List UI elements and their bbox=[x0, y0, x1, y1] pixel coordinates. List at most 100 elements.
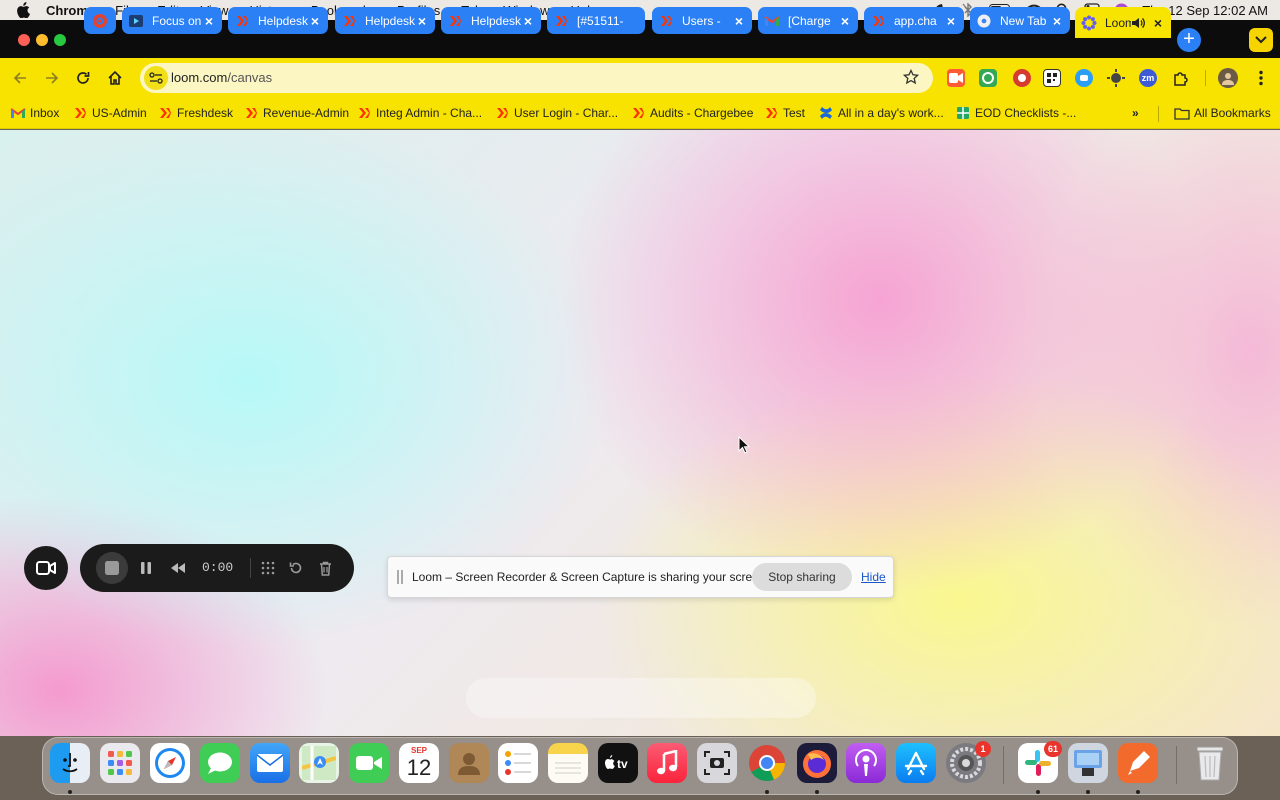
tab-close-icon[interactable]: × bbox=[415, 13, 429, 29]
running-indicator bbox=[1086, 790, 1090, 794]
loom-extension-icon[interactable] bbox=[947, 69, 965, 87]
delete-recording-button[interactable] bbox=[313, 556, 337, 580]
bookmark-integ-admin[interactable]: Integ Admin - Cha... bbox=[356, 104, 482, 122]
tab-gmail[interactable]: [Charge × bbox=[758, 7, 858, 34]
tab-helpdesk-1[interactable]: Helpdesk × bbox=[228, 7, 328, 34]
pause-button[interactable] bbox=[134, 556, 158, 580]
tab-close-icon[interactable]: × bbox=[732, 13, 746, 29]
chargebee-icon bbox=[157, 105, 173, 121]
loom-camera-toggle[interactable] bbox=[24, 546, 68, 590]
notes-icon[interactable] bbox=[548, 743, 588, 783]
bookmark-revenue-admin[interactable]: Revenue-Admin bbox=[243, 104, 349, 122]
stop-recording-button[interactable] bbox=[96, 552, 128, 584]
chat-extension-icon[interactable] bbox=[1075, 69, 1093, 87]
tab-close-icon[interactable]: × bbox=[1050, 13, 1064, 29]
url-text[interactable]: loom.com/canvas bbox=[171, 70, 272, 85]
tab-title: Users - bbox=[682, 13, 721, 28]
podcasts-icon[interactable] bbox=[846, 743, 886, 783]
contacts-icon[interactable] bbox=[449, 743, 489, 783]
profile-avatar[interactable] bbox=[1218, 68, 1238, 88]
launchpad-icon[interactable] bbox=[100, 743, 140, 783]
tab-app-chargebee[interactable]: app.cha × bbox=[864, 7, 964, 34]
pen-tool-app-icon[interactable] bbox=[1118, 743, 1158, 783]
zoom-extension-icon[interactable]: zm bbox=[1139, 69, 1157, 87]
calendar-icon[interactable]: SEP 12 bbox=[399, 743, 439, 783]
reload-button[interactable] bbox=[73, 68, 93, 88]
banner-drag-handle-icon[interactable] bbox=[397, 570, 403, 584]
tab-loom-pinned[interactable] bbox=[84, 7, 116, 34]
tab-new-tab[interactable]: New Tab × bbox=[970, 7, 1070, 34]
app-store-icon[interactable] bbox=[896, 743, 936, 783]
bookmark-all-in-a-days-work[interactable]: All in a day's work... bbox=[818, 104, 944, 122]
bookmarks-overflow-chevron-icon[interactable]: » bbox=[1132, 104, 1139, 122]
tab-close-icon[interactable]: × bbox=[521, 13, 535, 29]
window-minimize-button[interactable] bbox=[36, 34, 48, 46]
tab-close-icon[interactable]: × bbox=[202, 13, 216, 29]
bookmark-freshdesk[interactable]: Freshdesk bbox=[157, 104, 233, 122]
bookmark-star-icon[interactable] bbox=[902, 68, 920, 85]
window-zoom-button[interactable] bbox=[54, 34, 66, 46]
tab-close-icon[interactable]: × bbox=[944, 13, 958, 29]
tab-close-icon[interactable]: × bbox=[1151, 15, 1165, 31]
extensions-puzzle-icon[interactable] bbox=[1172, 69, 1190, 87]
qr-code-extension-icon[interactable] bbox=[1043, 69, 1061, 87]
drag-handle-grid-icon[interactable] bbox=[256, 556, 280, 580]
tab-loom-active[interactable]: Loom × bbox=[1075, 7, 1171, 38]
tab-audio-icon[interactable] bbox=[1131, 17, 1145, 29]
bookmarks-divider bbox=[1158, 106, 1159, 122]
rewind-button[interactable] bbox=[166, 556, 190, 580]
stop-sharing-button[interactable]: Stop sharing bbox=[752, 563, 852, 591]
notifications-extension-icon[interactable] bbox=[1013, 69, 1031, 87]
loom-icon bbox=[92, 13, 108, 29]
trash-icon[interactable] bbox=[1190, 743, 1230, 783]
chargebee-icon bbox=[553, 13, 569, 29]
forward-button[interactable] bbox=[42, 68, 62, 88]
music-icon[interactable] bbox=[647, 743, 687, 783]
all-bookmarks-button[interactable]: All Bookmarks bbox=[1174, 104, 1271, 122]
home-button[interactable] bbox=[105, 68, 125, 88]
messages-icon[interactable] bbox=[200, 743, 240, 783]
tab-close-icon[interactable]: × bbox=[308, 13, 322, 29]
tab-close-icon[interactable]: × bbox=[838, 13, 852, 29]
bookmark-us-admin[interactable]: US-Admin bbox=[72, 104, 147, 122]
browser-toolbar: loom.com/canvas 9+ zm bbox=[0, 58, 1280, 148]
back-button[interactable] bbox=[10, 68, 30, 88]
sun-extension-icon[interactable] bbox=[1107, 69, 1125, 87]
apple-tv-icon[interactable]: tv bbox=[598, 743, 638, 783]
bookmark-inbox[interactable]: Inbox bbox=[10, 104, 59, 122]
tab-title: New Tab bbox=[1000, 13, 1047, 28]
hide-banner-link[interactable]: Hide bbox=[861, 570, 886, 584]
window-close-button[interactable] bbox=[18, 34, 30, 46]
bookmark-test[interactable]: Test bbox=[763, 104, 805, 122]
chrome-icon[interactable] bbox=[747, 743, 787, 783]
restart-button[interactable] bbox=[284, 556, 308, 580]
preview-icon[interactable] bbox=[1068, 743, 1108, 783]
tab-title: app.cha bbox=[894, 13, 937, 28]
maps-icon[interactable] bbox=[299, 743, 339, 783]
reminders-icon[interactable] bbox=[498, 743, 538, 783]
tab-focus[interactable]: Focus on × bbox=[122, 7, 222, 34]
tab-ticket[interactable]: [#51511- bbox=[547, 7, 645, 34]
bookmark-eod-checklists[interactable]: EOD Checklists -... bbox=[955, 104, 1076, 122]
grammar-extension-icon[interactable] bbox=[979, 69, 997, 87]
new-tab-button[interactable]: + bbox=[1177, 28, 1201, 52]
finder-icon[interactable] bbox=[50, 743, 90, 783]
tab-search-button[interactable] bbox=[1249, 28, 1273, 52]
site-info-icon[interactable] bbox=[144, 66, 168, 90]
facetime-icon[interactable] bbox=[349, 743, 389, 783]
tab-users[interactable]: Users - × bbox=[652, 7, 752, 34]
apple-menu-icon[interactable] bbox=[16, 2, 32, 18]
tab-helpdesk-3[interactable]: Helpdesk × bbox=[441, 7, 541, 34]
tab-helpdesk-2[interactable]: Helpdesk × bbox=[335, 7, 435, 34]
safari-icon[interactable] bbox=[150, 743, 190, 783]
chargebee-icon bbox=[243, 105, 259, 121]
mail-icon[interactable] bbox=[250, 743, 290, 783]
firefox-icon[interactable] bbox=[797, 743, 837, 783]
bookmark-audits[interactable]: Audits - Chargebee bbox=[630, 104, 753, 122]
chargebee-icon bbox=[870, 13, 886, 29]
chrome-menu-button[interactable] bbox=[1251, 68, 1271, 88]
screenshot-icon[interactable] bbox=[697, 743, 737, 783]
bookmark-user-login[interactable]: User Login - Char... bbox=[494, 104, 618, 122]
loom-canvas bbox=[0, 130, 1280, 736]
address-bar[interactable]: loom.com/canvas bbox=[140, 63, 933, 93]
